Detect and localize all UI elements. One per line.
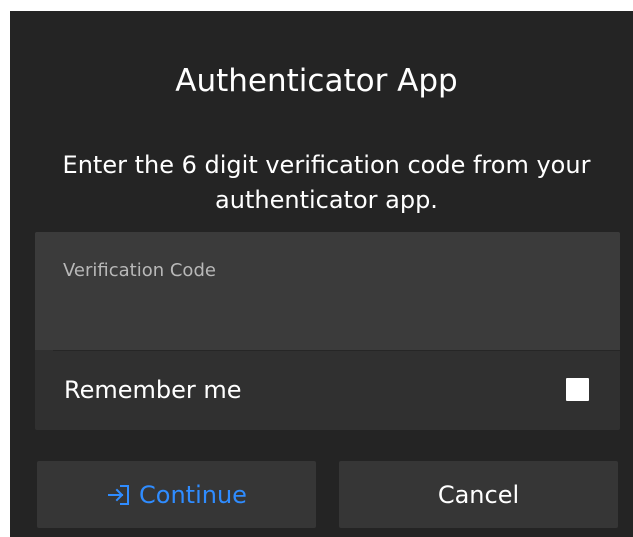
remember-me-row[interactable]: Remember me xyxy=(35,351,620,430)
cancel-button[interactable]: Cancel xyxy=(339,461,618,528)
dialog-title: Authenticator App xyxy=(175,63,458,99)
remember-me-label: Remember me xyxy=(64,376,242,404)
authenticator-dialog: Authenticator App Enter the 6 digit veri… xyxy=(10,11,633,537)
verification-code-label: Verification Code xyxy=(63,260,216,281)
remember-me-checkbox[interactable] xyxy=(566,378,589,401)
continue-button-label: Continue xyxy=(139,480,247,509)
verification-code-field[interactable]: Verification Code xyxy=(35,232,620,350)
verification-code-input[interactable] xyxy=(63,294,583,332)
continue-button[interactable]: Continue xyxy=(37,461,316,528)
cancel-button-label: Cancel xyxy=(437,480,520,509)
dialog-description: Enter the 6 digit verification code from… xyxy=(62,151,591,214)
verification-form-card: Verification Code Remember me xyxy=(35,232,620,430)
sign-in-icon xyxy=(106,483,132,507)
